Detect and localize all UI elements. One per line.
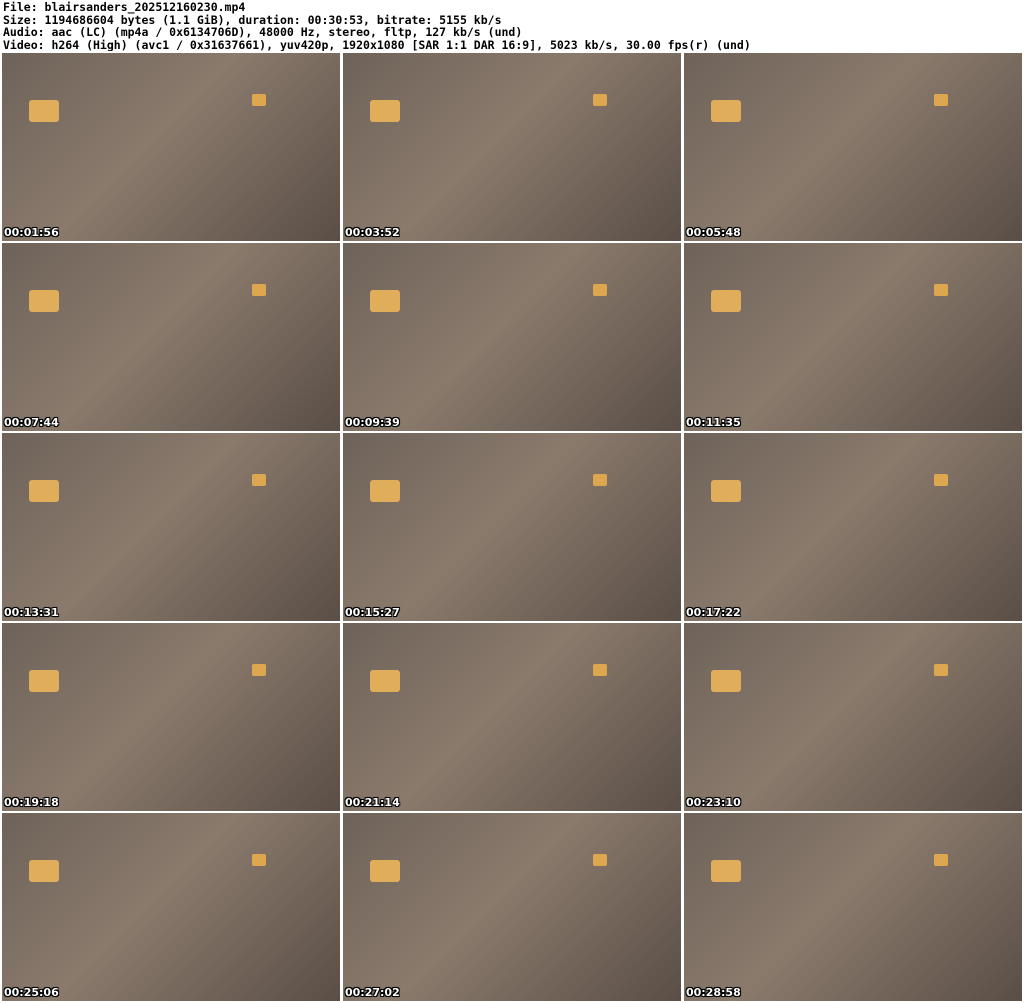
- lamp-glow: [711, 670, 742, 692]
- lamp-glow: [711, 100, 742, 122]
- timestamp-label: 00:23:10: [686, 796, 741, 809]
- timestamp-label: 00:07:44: [4, 416, 59, 429]
- thumbnail: 00:27:02: [343, 813, 681, 1001]
- lamp-glow: [370, 670, 401, 692]
- timestamp-label: 00:17:22: [686, 606, 741, 619]
- thumbnail: 00:09:39: [343, 243, 681, 431]
- video-info-header: File: blairsanders_202512160230.mp4 Size…: [3, 0, 1021, 52]
- lamp-glow: [370, 860, 401, 882]
- lamp-glow: [370, 290, 401, 312]
- timestamp-label: 00:25:06: [4, 986, 59, 999]
- timestamp-label: 00:03:52: [345, 226, 400, 239]
- timestamp-label: 00:19:18: [4, 796, 59, 809]
- audio-info-line: Audio: aac (LC) (mp4a / 0x6134706D), 480…: [3, 26, 523, 39]
- thumbnail: 00:19:18: [2, 623, 340, 811]
- thumbnail: 00:15:27: [343, 433, 681, 621]
- thumbnail: 00:17:22: [684, 433, 1022, 621]
- lamp-glow: [370, 100, 401, 122]
- timestamp-label: 00:13:31: [4, 606, 59, 619]
- lamp-glow: [251, 474, 266, 487]
- thumbnail-grid: 00:01:56 00:03:52 00:05:48 00:07:44 00:0…: [2, 53, 1022, 1001]
- lamp-glow: [711, 480, 742, 502]
- timestamp-label: 00:09:39: [345, 416, 400, 429]
- size-line: Size: 1194686604 bytes (1.1 GiB), durati…: [3, 13, 502, 26]
- lamp-glow: [370, 480, 401, 502]
- thumbnail: 00:07:44: [2, 243, 340, 431]
- thumbnail: 00:01:56: [2, 53, 340, 241]
- thumbnail: 00:11:35: [684, 243, 1022, 431]
- lamp-glow: [711, 290, 742, 312]
- lamp-glow: [711, 860, 742, 882]
- lamp-glow: [29, 290, 60, 312]
- lamp-glow: [592, 474, 607, 487]
- thumbnail: 00:28:58: [684, 813, 1022, 1001]
- timestamp-label: 00:27:02: [345, 986, 400, 999]
- lamp-glow: [29, 100, 60, 122]
- thumbnail: 00:23:10: [684, 623, 1022, 811]
- lamp-glow: [933, 474, 948, 487]
- timestamp-label: 00:01:56: [4, 226, 59, 239]
- lamp-glow: [29, 480, 60, 502]
- lamp-glow: [933, 284, 948, 297]
- lamp-glow: [933, 854, 948, 867]
- lamp-glow: [251, 854, 266, 867]
- thumbnail: 00:03:52: [343, 53, 681, 241]
- timestamp-label: 00:15:27: [345, 606, 400, 619]
- lamp-glow: [592, 94, 607, 107]
- timestamp-label: 00:11:35: [686, 416, 741, 429]
- timestamp-label: 00:05:48: [686, 226, 741, 239]
- video-info-line: Video: h264 (High) (avc1 / 0x31637661), …: [3, 38, 751, 51]
- thumbnail: 00:21:14: [343, 623, 681, 811]
- lamp-glow: [251, 664, 266, 677]
- lamp-glow: [592, 664, 607, 677]
- thumbnail: 00:25:06: [2, 813, 340, 1001]
- file-name-line: File: blairsanders_202512160230.mp4: [3, 1, 246, 14]
- thumbnail: 00:05:48: [684, 53, 1022, 241]
- lamp-glow: [29, 860, 60, 882]
- timestamp-label: 00:21:14: [345, 796, 400, 809]
- lamp-glow: [251, 284, 266, 297]
- lamp-glow: [29, 670, 60, 692]
- lamp-glow: [592, 854, 607, 867]
- lamp-glow: [933, 664, 948, 677]
- lamp-glow: [592, 284, 607, 297]
- thumbnail: 00:13:31: [2, 433, 340, 621]
- lamp-glow: [933, 94, 948, 107]
- timestamp-label: 00:28:58: [686, 986, 741, 999]
- lamp-glow: [251, 94, 266, 107]
